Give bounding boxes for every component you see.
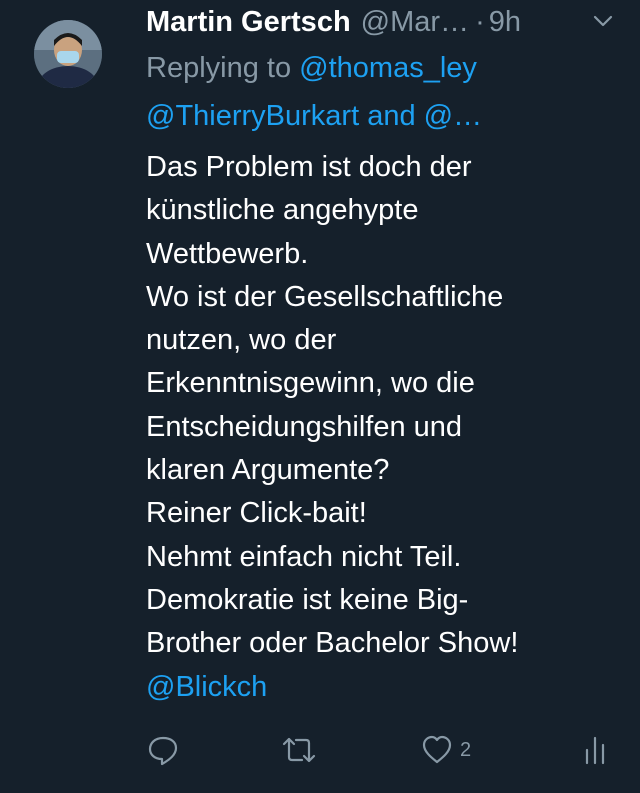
replying-to: Replying to @thomas_ley [146,48,477,88]
body-line: nutzen, wo der [146,324,337,357]
body-line: Wettbewerb. [146,237,309,270]
chevron-down-icon[interactable] [590,8,616,34]
reply-button[interactable] [146,730,180,770]
author-handle[interactable]: @Mar… [361,6,469,39]
mention-blickch[interactable]: @Blickch [146,666,616,709]
author-name[interactable]: Martin Gertsch [146,6,351,39]
like-count: 2 [460,738,472,761]
body-line: Reiner Click-bait! [146,497,367,530]
body-line: Nehmt einfach nicht Teil. [146,540,462,573]
tweet-body: Das Problem ist doch der künstliche ange… [146,146,616,709]
avatar[interactable] [34,20,102,88]
reply-mention-thomas-ley[interactable]: @thomas_ley [299,52,477,84]
body-line: künstliche angehypte [146,194,419,227]
separator-dot: · [475,5,485,38]
body-line: klaren Argumente? [146,454,390,487]
body-line: Demokratie ist keine Big- [146,583,469,616]
body-line: Das Problem ist doch der [146,151,472,183]
tweet-time[interactable]: 9h [489,6,521,39]
body-line: Entscheidungshilfen und [146,410,463,443]
body-line: Wo ist der Gesellschaftliche [146,280,504,313]
replying-prefix: Replying to [146,52,292,84]
tweet[interactable]: Martin Gertsch @Mar… · 9h Replying to @t… [0,0,640,793]
retweet-button[interactable] [280,730,318,770]
reply-icon [148,736,178,766]
body-line: Brother oder Bachelor Show! [146,627,519,660]
retweet-icon [282,737,316,763]
heart-icon [422,735,452,764]
tweet-actions: 2 [146,730,616,770]
like-button[interactable]: 2 [420,730,471,770]
analytics-button[interactable] [578,730,612,770]
body-line: Erkenntnisgewinn, wo die [146,367,475,400]
analytics-icon [585,736,605,765]
replying-to-more[interactable]: @ThierryBurkart and @… [146,96,482,136]
